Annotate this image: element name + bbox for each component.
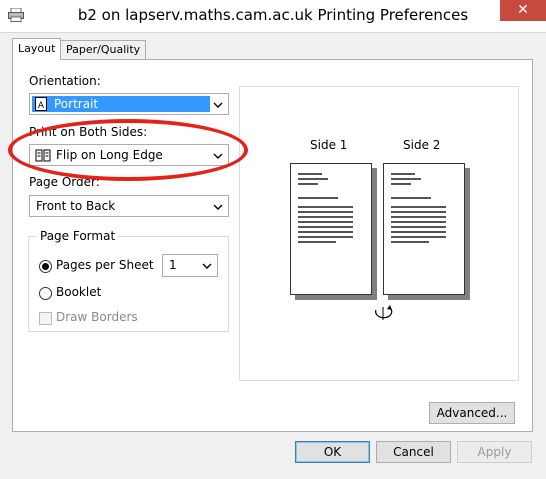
- flip-rotate-icon: [372, 304, 396, 325]
- page-format-title: Page Format: [37, 229, 119, 243]
- text-line: [298, 183, 318, 185]
- text-line: [391, 236, 446, 238]
- title-bar: b2 on lapserv.maths.cam.ac.uk Printing P…: [0, 0, 546, 33]
- close-icon: ✕: [517, 2, 529, 18]
- text-line: [298, 178, 328, 180]
- text-line: [391, 241, 429, 243]
- pages-per-sheet-label: Pages per Sheet: [56, 258, 154, 272]
- text-line: [391, 173, 415, 175]
- text-line: [298, 173, 322, 175]
- text-line: [391, 221, 446, 223]
- window-title: b2 on lapserv.maths.cam.ac.uk Printing P…: [77, 6, 469, 24]
- text-line: [298, 226, 353, 228]
- chevron-down-icon: [213, 150, 223, 160]
- tab-layout[interactable]: Layout: [12, 38, 62, 60]
- text-line: [391, 216, 446, 218]
- page-order-label: Page Order:: [29, 175, 100, 189]
- duplex-select[interactable]: Flip on Long Edge: [29, 144, 229, 166]
- duplex-preview: Side 1 Side 2: [239, 86, 519, 381]
- chevron-down-icon: [213, 99, 223, 109]
- text-line: [298, 197, 338, 199]
- chevron-down-icon: [213, 201, 223, 211]
- text-line: [391, 197, 431, 199]
- side2-label: Side 2: [403, 138, 441, 152]
- tab-paper-quality[interactable]: Paper/Quality: [60, 40, 147, 59]
- svg-text:A: A: [38, 101, 45, 111]
- text-line: [391, 183, 411, 185]
- draw-borders-checkbox[interactable]: [39, 312, 52, 325]
- booklet-radio[interactable]: [39, 287, 52, 300]
- text-line: [391, 211, 446, 213]
- text-line: [391, 226, 446, 228]
- text-line: [391, 206, 446, 208]
- close-button[interactable]: ✕: [500, 0, 546, 21]
- apply-button[interactable]: Apply: [457, 441, 532, 463]
- chevron-down-icon: [202, 260, 212, 270]
- preview-page-side1: [290, 163, 372, 295]
- draw-borders-label: Draw Borders: [56, 310, 138, 324]
- orientation-select[interactable]: A Portrait: [29, 93, 229, 115]
- text-line: [391, 178, 421, 180]
- flip-book-icon: [35, 149, 51, 165]
- preview-page-side2: [383, 163, 465, 295]
- text-line: [298, 206, 353, 208]
- text-line: [298, 211, 353, 213]
- orientation-value: Portrait: [54, 97, 99, 111]
- page-order-value: Front to Back: [36, 199, 116, 213]
- advanced-button[interactable]: Advanced...: [429, 402, 515, 424]
- page-order-select[interactable]: Front to Back: [29, 195, 229, 217]
- text-line: [298, 241, 336, 243]
- text-line: [391, 231, 446, 233]
- ok-button[interactable]: OK: [295, 441, 370, 463]
- layout-panel: Orientation: A Portrait Print on Both Si…: [12, 59, 533, 432]
- duplex-value: Flip on Long Edge: [56, 148, 163, 162]
- side1-label: Side 1: [310, 138, 348, 152]
- text-line: [298, 236, 353, 238]
- text-line: [298, 221, 353, 223]
- pages-per-sheet-select[interactable]: 1: [162, 254, 218, 277]
- text-line: [298, 216, 353, 218]
- cancel-button[interactable]: Cancel: [376, 441, 451, 463]
- page-format-group: Page Format Pages per Sheet 1 Booklet Dr…: [28, 229, 229, 332]
- radio-selected-dot: [42, 263, 49, 270]
- booklet-label: Booklet: [56, 285, 102, 299]
- duplex-label: Print on Both Sides:: [29, 125, 148, 139]
- pages-per-sheet-radio[interactable]: [39, 260, 52, 273]
- portrait-page-icon: A: [35, 97, 47, 114]
- orientation-label: Orientation:: [29, 74, 101, 88]
- text-line: [298, 231, 353, 233]
- pages-per-sheet-value: 1: [169, 258, 177, 272]
